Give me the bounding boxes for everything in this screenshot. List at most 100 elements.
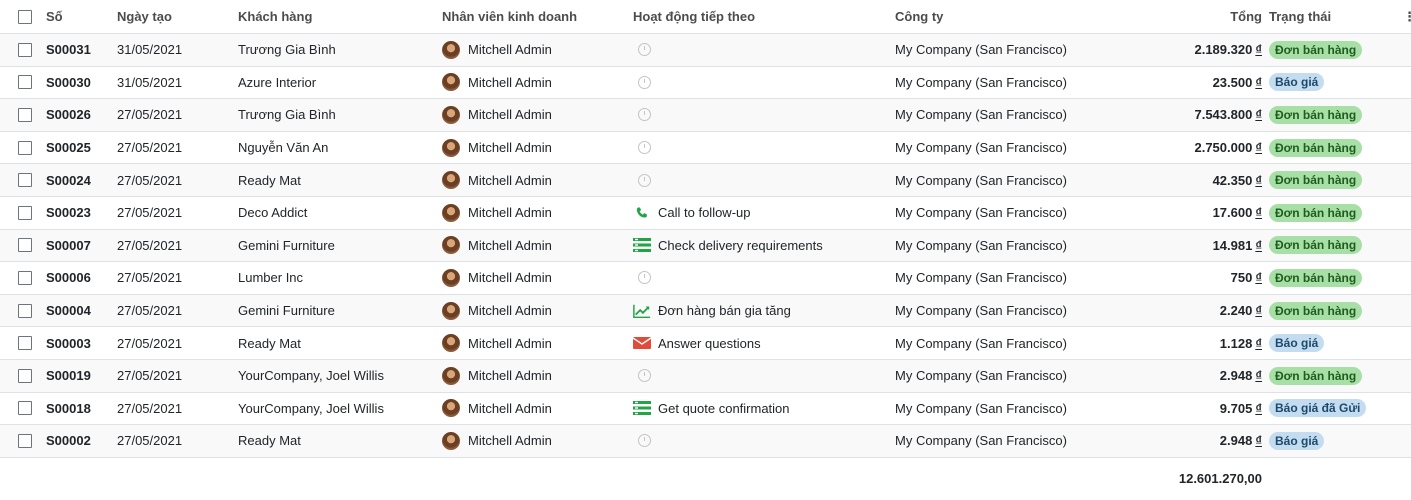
status-cell: Đơn bán hàng (1269, 230, 1389, 262)
row-checkbox[interactable] (18, 173, 32, 188)
row-checkbox[interactable] (18, 303, 32, 318)
header-activity[interactable]: Hoạt động tiếp theo (633, 0, 883, 33)
row-select-cell[interactable] (18, 295, 34, 327)
row-checkbox[interactable] (18, 107, 32, 122)
row-select-cell[interactable] (18, 360, 34, 392)
tasks-icon[interactable] (633, 400, 651, 416)
status-badge: Báo giá (1269, 431, 1325, 450)
optional-columns-icon[interactable]: ⋮ (1403, 0, 1411, 33)
row-checkbox[interactable] (18, 238, 32, 253)
table-row[interactable]: S00030 31/05/2021 Azure Interior Mitchell A… (0, 67, 1411, 100)
status-badge: Đơn bán hàng (1269, 105, 1363, 124)
activity-cell[interactable] (633, 34, 883, 66)
row-select-cell[interactable] (18, 230, 34, 262)
status-badge: Đơn bán hàng (1269, 138, 1363, 157)
envelope-icon[interactable] (633, 335, 651, 351)
header-status[interactable]: Trạng thái (1269, 0, 1389, 33)
clock-icon[interactable] (633, 172, 651, 188)
company-name: My Company (San Francisco) (895, 74, 1067, 90)
activity-cell[interactable] (633, 132, 883, 164)
order-number: S00018 (46, 400, 91, 416)
activity-cell[interactable] (633, 262, 883, 294)
activity-cell[interactable] (633, 360, 883, 392)
header-number[interactable]: Số (46, 0, 106, 33)
table-row[interactable]: S00024 27/05/2021 Ready Mat Mitchell Admin M… (0, 164, 1411, 197)
status-badge: Đơn bán hàng (1269, 171, 1363, 190)
activity-cell[interactable] (633, 99, 883, 131)
row-select-cell[interactable] (18, 164, 34, 196)
row-select-cell[interactable] (18, 393, 34, 425)
header-company[interactable]: Công ty (895, 0, 1135, 33)
order-number: S00006 (46, 270, 91, 286)
avatar (442, 366, 460, 385)
clock-icon[interactable] (633, 433, 651, 449)
row-select-cell[interactable] (18, 99, 34, 131)
activity-cell[interactable] (633, 425, 883, 457)
table-row[interactable]: S00004 27/05/2021 Gemini Furniture Mitchell… (0, 294, 1411, 328)
company-name: My Company (San Francisco) (895, 335, 1067, 351)
row-select-cell[interactable] (18, 262, 34, 294)
table-row[interactable]: S00026 27/05/2021 Trương Gia Bình Mitchell … (0, 99, 1411, 132)
table-row[interactable]: S00019 27/05/2021 YourCompany, Joel Willis… (0, 359, 1411, 393)
select-all-cell[interactable] (18, 0, 34, 33)
company-name: My Company (San Francisco) (895, 270, 1067, 286)
activity-cell[interactable]: Check delivery requirements (633, 230, 883, 262)
row-checkbox[interactable] (18, 270, 32, 285)
activity-cell[interactable] (633, 164, 883, 196)
table-row[interactable]: S00002 27/05/2021 Ready Mat Mitchell Admin M… (0, 425, 1411, 458)
header-date[interactable]: Ngày tạo (117, 0, 217, 33)
row-select-cell[interactable] (18, 132, 34, 164)
activity-cell[interactable]: Call to follow-up (633, 197, 883, 229)
activity-cell[interactable]: Answer questions (633, 327, 883, 359)
header-salesperson[interactable]: Nhân viên kinh doanh (442, 0, 622, 33)
customer-name: YourCompany, Joel Willis (238, 368, 384, 384)
order-total-cell: 14.981 ₫ (1140, 230, 1262, 262)
select-all-checkbox[interactable] (18, 9, 32, 24)
row-checkbox[interactable] (18, 401, 32, 416)
salesperson-cell: Mitchell Admin (442, 99, 622, 131)
row-checkbox[interactable] (18, 75, 32, 90)
currency-symbol: ₫ (1255, 107, 1262, 123)
row-checkbox[interactable] (18, 336, 32, 351)
upsell-chart-icon[interactable] (633, 303, 651, 319)
order-date: 27/05/2021 (117, 368, 183, 384)
row-select-cell[interactable] (18, 197, 34, 229)
table-row[interactable]: S00018 27/05/2021 YourCompany, Joel Willis… (0, 393, 1411, 426)
row-checkbox[interactable] (18, 42, 32, 57)
table-row[interactable]: S00003 27/05/2021 Ready Mat Mitchell Admin A… (0, 327, 1411, 360)
table-row[interactable]: S00031 31/05/2021 Trương Gia Bình Mitchell … (0, 34, 1411, 67)
salesperson-cell: Mitchell Admin (442, 360, 622, 392)
header-total[interactable]: Tổng (1140, 0, 1262, 33)
clock-icon[interactable] (633, 74, 651, 90)
activity-cell[interactable]: Get quote confirmation (633, 393, 883, 425)
clock-icon[interactable] (633, 107, 651, 123)
salesperson-name: Mitchell Admin (468, 433, 552, 449)
clock-icon[interactable] (633, 270, 651, 286)
salesperson-cell: Mitchell Admin (442, 393, 622, 425)
company-name: My Company (San Francisco) (895, 433, 1067, 449)
row-select-cell[interactable] (18, 34, 34, 66)
clock-icon[interactable] (633, 140, 651, 156)
table-row[interactable]: S00006 27/05/2021 Lumber Inc Mitchell Admin… (0, 262, 1411, 295)
table-row[interactable]: S00023 27/05/2021 Deco Addict Mitchell Admi… (0, 197, 1411, 230)
row-checkbox[interactable] (18, 433, 32, 448)
activity-cell[interactable]: Đơn hàng bán gia tăng (633, 295, 883, 327)
tasks-icon[interactable] (633, 237, 651, 253)
table-row[interactable]: S00025 27/05/2021 Nguyễn Văn An Mitchell Ad… (0, 132, 1411, 165)
currency-symbol: ₫ (1255, 172, 1262, 188)
row-select-cell[interactable] (18, 425, 34, 457)
clock-icon[interactable] (633, 42, 651, 58)
row-select-cell[interactable] (18, 67, 34, 99)
order-total-cell: 2.948 ₫ (1140, 425, 1262, 457)
clock-icon[interactable] (633, 368, 651, 384)
header-customer[interactable]: Khách hàng (238, 0, 433, 33)
activity-cell[interactable] (633, 67, 883, 99)
phone-icon[interactable] (633, 205, 651, 221)
row-checkbox[interactable] (18, 368, 32, 383)
row-checkbox[interactable] (18, 140, 32, 155)
row-checkbox[interactable] (18, 205, 32, 220)
table-row[interactable]: S00007 27/05/2021 Gemini Furniture Mitchell… (0, 229, 1411, 263)
order-total: 2.948 (1219, 368, 1253, 384)
order-date: 27/05/2021 (117, 237, 183, 253)
row-select-cell[interactable] (18, 327, 34, 359)
